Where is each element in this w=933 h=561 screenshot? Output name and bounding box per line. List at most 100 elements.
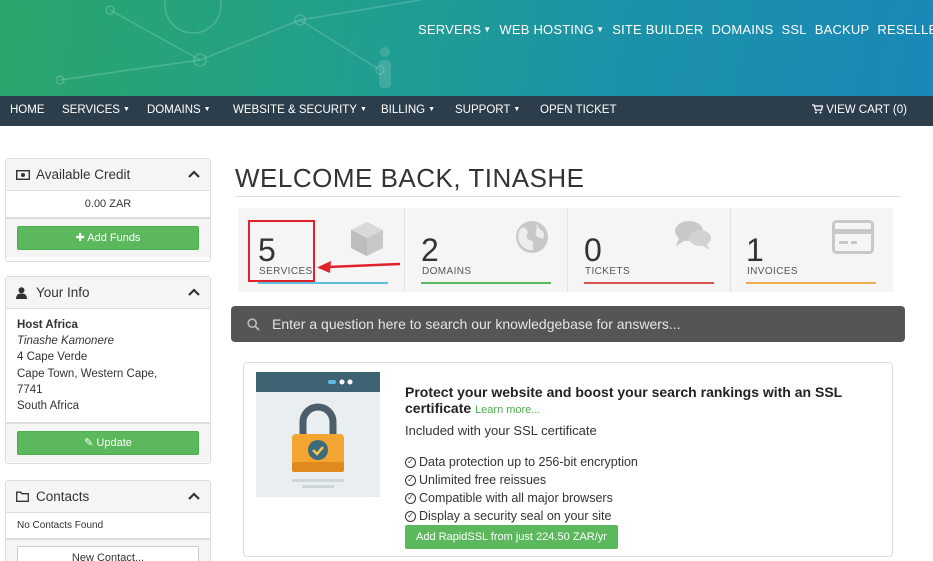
tile-services-bar xyxy=(258,282,388,284)
top-nav: SERVERS ▼ WEB HOSTING ▼ SITE BUILDER DOMAI… xyxy=(418,22,933,37)
money-icon xyxy=(16,169,30,180)
nav-support[interactable]: SUPPORT ▼ xyxy=(455,104,520,116)
no-contacts-text: No Contacts Found xyxy=(6,513,210,539)
contacts-panel-footer: New Contact... xyxy=(6,539,210,561)
nav-open-ticket[interactable]: OPEN TICKET xyxy=(540,104,616,116)
caret-down-icon: ▼ xyxy=(359,106,367,114)
padlock-icon xyxy=(292,403,344,488)
user-icon xyxy=(16,286,30,299)
learn-more-link[interactable]: Learn more... xyxy=(475,404,540,416)
search-placeholder: Enter a question here to search our know… xyxy=(272,316,681,332)
contacts-panel-title: Contacts xyxy=(36,489,90,504)
top-nav-site-builder[interactable]: SITE BUILDER xyxy=(612,22,703,37)
promo-title-text: Protect your website and boost your sear… xyxy=(405,384,842,416)
your-info-panel-header[interactable]: Your Info xyxy=(6,277,210,309)
caret-down-icon: ▼ xyxy=(122,106,130,114)
top-nav-reseller[interactable]: RESELLER xyxy=(877,22,933,37)
list-item: ✓ Unlimited free reissues xyxy=(405,471,638,489)
nav-home[interactable]: HOME xyxy=(10,104,45,116)
main-navbar: HOME SERVICES ▼ DOMAINS ▼ WEBSITE & SECURI… xyxy=(0,96,933,126)
check-circle-icon: ✓ xyxy=(405,492,416,504)
add-rapidssl-button[interactable]: Add RapidSSL from just 224.50 ZAR/yr xyxy=(405,525,618,549)
tile-tickets-bar xyxy=(584,282,714,284)
nav-services[interactable]: SERVICES ▼ xyxy=(62,104,130,116)
credit-card-icon xyxy=(832,220,874,254)
tile-invoices-label: INVOICES xyxy=(747,266,798,277)
list-item: ✓ Data protection up to 256-bit encryptio… xyxy=(405,453,638,471)
caret-down-icon: ▼ xyxy=(428,106,436,114)
ssl-promo-card: Protect your website and boost your sear… xyxy=(243,362,893,557)
add-funds-label: Add Funds xyxy=(87,232,141,244)
check-circle-icon: ✓ xyxy=(405,474,416,486)
title-divider xyxy=(235,196,901,197)
list-item: ✓ Display a security seal on your site xyxy=(405,507,638,525)
promo-subtitle: Included with your SSL certificate xyxy=(405,423,597,438)
company-name: Host Africa xyxy=(17,319,78,331)
services-highlight-box xyxy=(248,220,315,282)
tile-tickets-label: TICKETS xyxy=(585,266,631,277)
contacts-panel-header[interactable]: Contacts xyxy=(6,481,210,513)
plus-icon: ✚ xyxy=(75,232,85,244)
pencil-icon: ✎ xyxy=(84,437,94,449)
address-line-1: 4 Cape Verde xyxy=(17,351,88,364)
tile-domains-label: DOMAINS xyxy=(422,266,472,277)
address-block: Host Africa Tinashe Kamonere 4 Cape Verd… xyxy=(6,309,210,423)
promo-title: Protect your website and boost your sear… xyxy=(405,384,875,418)
annotation-arrow xyxy=(317,261,400,273)
top-nav-domains[interactable]: DOMAINS xyxy=(711,22,773,37)
knowledgebase-search-input[interactable]: Enter a question here to search our know… xyxy=(231,306,905,342)
add-funds-button[interactable]: ✚ Add Funds xyxy=(17,226,199,250)
tile-domains-count: 2 xyxy=(421,232,439,268)
tile-invoices[interactable]: 1 INVOICES xyxy=(726,208,888,292)
cube-icon xyxy=(351,222,383,256)
contacts-panel: Contacts No Contacts Found New Contact..… xyxy=(5,480,211,561)
update-button[interactable]: ✎ Update xyxy=(17,431,199,455)
globe-icon xyxy=(516,221,548,253)
chevron-up-icon[interactable] xyxy=(188,287,200,299)
cart-icon xyxy=(812,104,824,114)
network-pattern-graphic xyxy=(55,0,421,88)
top-nav-backup[interactable]: BACKUP xyxy=(815,22,870,37)
folder-icon xyxy=(16,491,30,502)
your-info-panel: Your Info Host Africa Tinashe Kamonere 4… xyxy=(5,276,211,464)
stats-tiles: 5 SERVICES 2 DOMAINS 0 TICKETS 1 INVOICE… xyxy=(238,208,893,292)
top-nav-ssl[interactable]: SSL xyxy=(782,22,807,37)
search-icon xyxy=(247,317,260,331)
list-item: ✓ Compatible with all major browsers xyxy=(405,489,638,507)
chevron-up-icon[interactable] xyxy=(188,491,200,503)
contact-name: Tinashe Kamonere xyxy=(17,335,115,348)
your-info-panel-footer: ✎ Update xyxy=(6,423,210,462)
your-info-panel-title: Your Info xyxy=(36,285,90,300)
ssl-illustration xyxy=(256,372,380,497)
update-label: Update xyxy=(96,437,132,449)
comments-icon xyxy=(675,221,711,250)
header-banner: SERVERS ▼ WEB HOSTING ▼ SITE BUILDER DOMAI… xyxy=(0,0,933,96)
credit-panel-header[interactable]: Available Credit xyxy=(6,159,210,191)
top-nav-web-hosting[interactable]: WEB HOSTING ▼ xyxy=(499,22,604,37)
address-postcode: 7741 xyxy=(17,383,43,396)
nav-website-security[interactable]: WEBSITE & SECURITY ▼ xyxy=(233,104,367,116)
promo-feature-list: ✓ Data protection up to 256-bit encryptio… xyxy=(405,453,638,525)
credit-amount: 0.00 ZAR xyxy=(6,191,210,218)
nav-view-cart[interactable]: VIEW CART (0) xyxy=(812,104,907,116)
address-country: South Africa xyxy=(17,400,80,413)
feature-text: Unlimited free reissues xyxy=(419,473,547,487)
tile-invoices-bar xyxy=(746,282,876,284)
check-circle-icon: ✓ xyxy=(405,456,416,468)
tile-tickets[interactable]: 0 TICKETS xyxy=(564,208,726,292)
top-nav-servers[interactable]: SERVERS ▼ xyxy=(418,22,491,37)
feature-text: Display a security seal on your site xyxy=(419,509,612,523)
credit-panel-footer: ✚ Add Funds xyxy=(6,218,210,257)
tile-invoices-count: 1 xyxy=(746,232,764,268)
credit-panel: Available Credit 0.00 ZAR ✚ Add Funds xyxy=(5,158,211,262)
caret-down-icon: ▼ xyxy=(596,25,605,34)
caret-down-icon: ▼ xyxy=(513,106,521,114)
tile-domains[interactable]: 2 DOMAINS xyxy=(401,208,563,292)
nav-billing[interactable]: BILLING ▼ xyxy=(381,104,435,116)
browser-window-header xyxy=(256,372,380,392)
chevron-up-icon[interactable] xyxy=(188,169,200,181)
check-circle-icon: ✓ xyxy=(405,510,416,522)
nav-domains[interactable]: DOMAINS ▼ xyxy=(147,104,211,116)
feature-text: Data protection up to 256-bit encryption xyxy=(419,455,638,469)
new-contact-button[interactable]: New Contact... xyxy=(17,546,199,561)
